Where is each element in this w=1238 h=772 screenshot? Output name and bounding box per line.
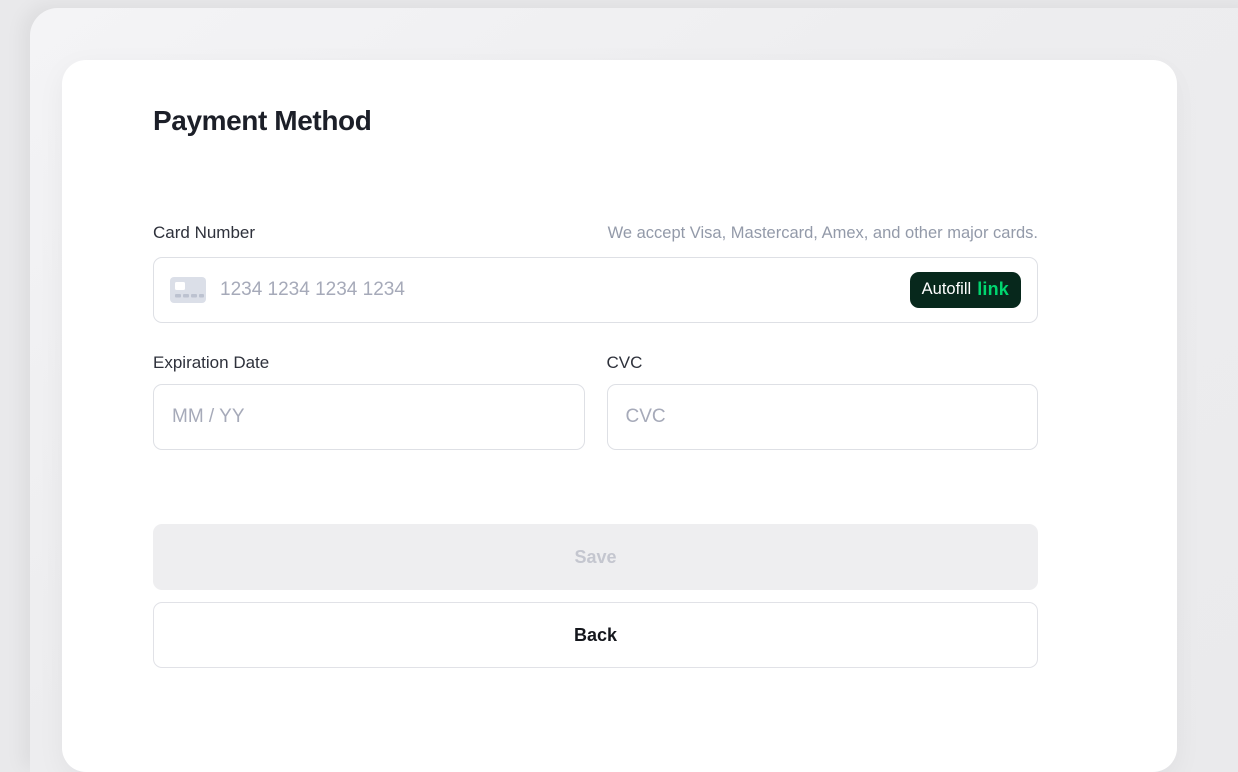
card-number-label: Card Number (153, 222, 255, 243)
payment-form: Payment Method Card Number We accept Vis… (153, 60, 1038, 668)
cvc-column: CVC (607, 323, 1039, 450)
payment-method-card: Payment Method Card Number We accept Vis… (62, 60, 1177, 772)
card-number-input[interactable] (220, 258, 910, 322)
card-number-label-row: Card Number We accept Visa, Mastercard, … (153, 222, 1038, 243)
cvc-input[interactable] (626, 385, 1020, 449)
save-button[interactable]: Save (153, 524, 1038, 590)
expiration-column: Expiration Date (153, 323, 585, 450)
cvc-field[interactable] (607, 384, 1039, 450)
link-brand-label: link (977, 279, 1009, 300)
back-button[interactable]: Back (153, 602, 1038, 668)
cvc-label: CVC (607, 352, 1039, 373)
expiration-input[interactable] (172, 385, 566, 449)
expiration-cvc-row: Expiration Date CVC (153, 323, 1038, 450)
expiration-label: Expiration Date (153, 352, 585, 373)
card-number-field[interactable]: Autofill link (153, 257, 1038, 323)
expiration-field[interactable] (153, 384, 585, 450)
autofill-label: Autofill (922, 280, 972, 299)
accepted-cards-hint: We accept Visa, Mastercard, Amex, and ot… (608, 224, 1038, 243)
autofill-link-button[interactable]: Autofill link (910, 272, 1021, 308)
page-title: Payment Method (153, 104, 1038, 138)
credit-card-icon (170, 277, 206, 303)
